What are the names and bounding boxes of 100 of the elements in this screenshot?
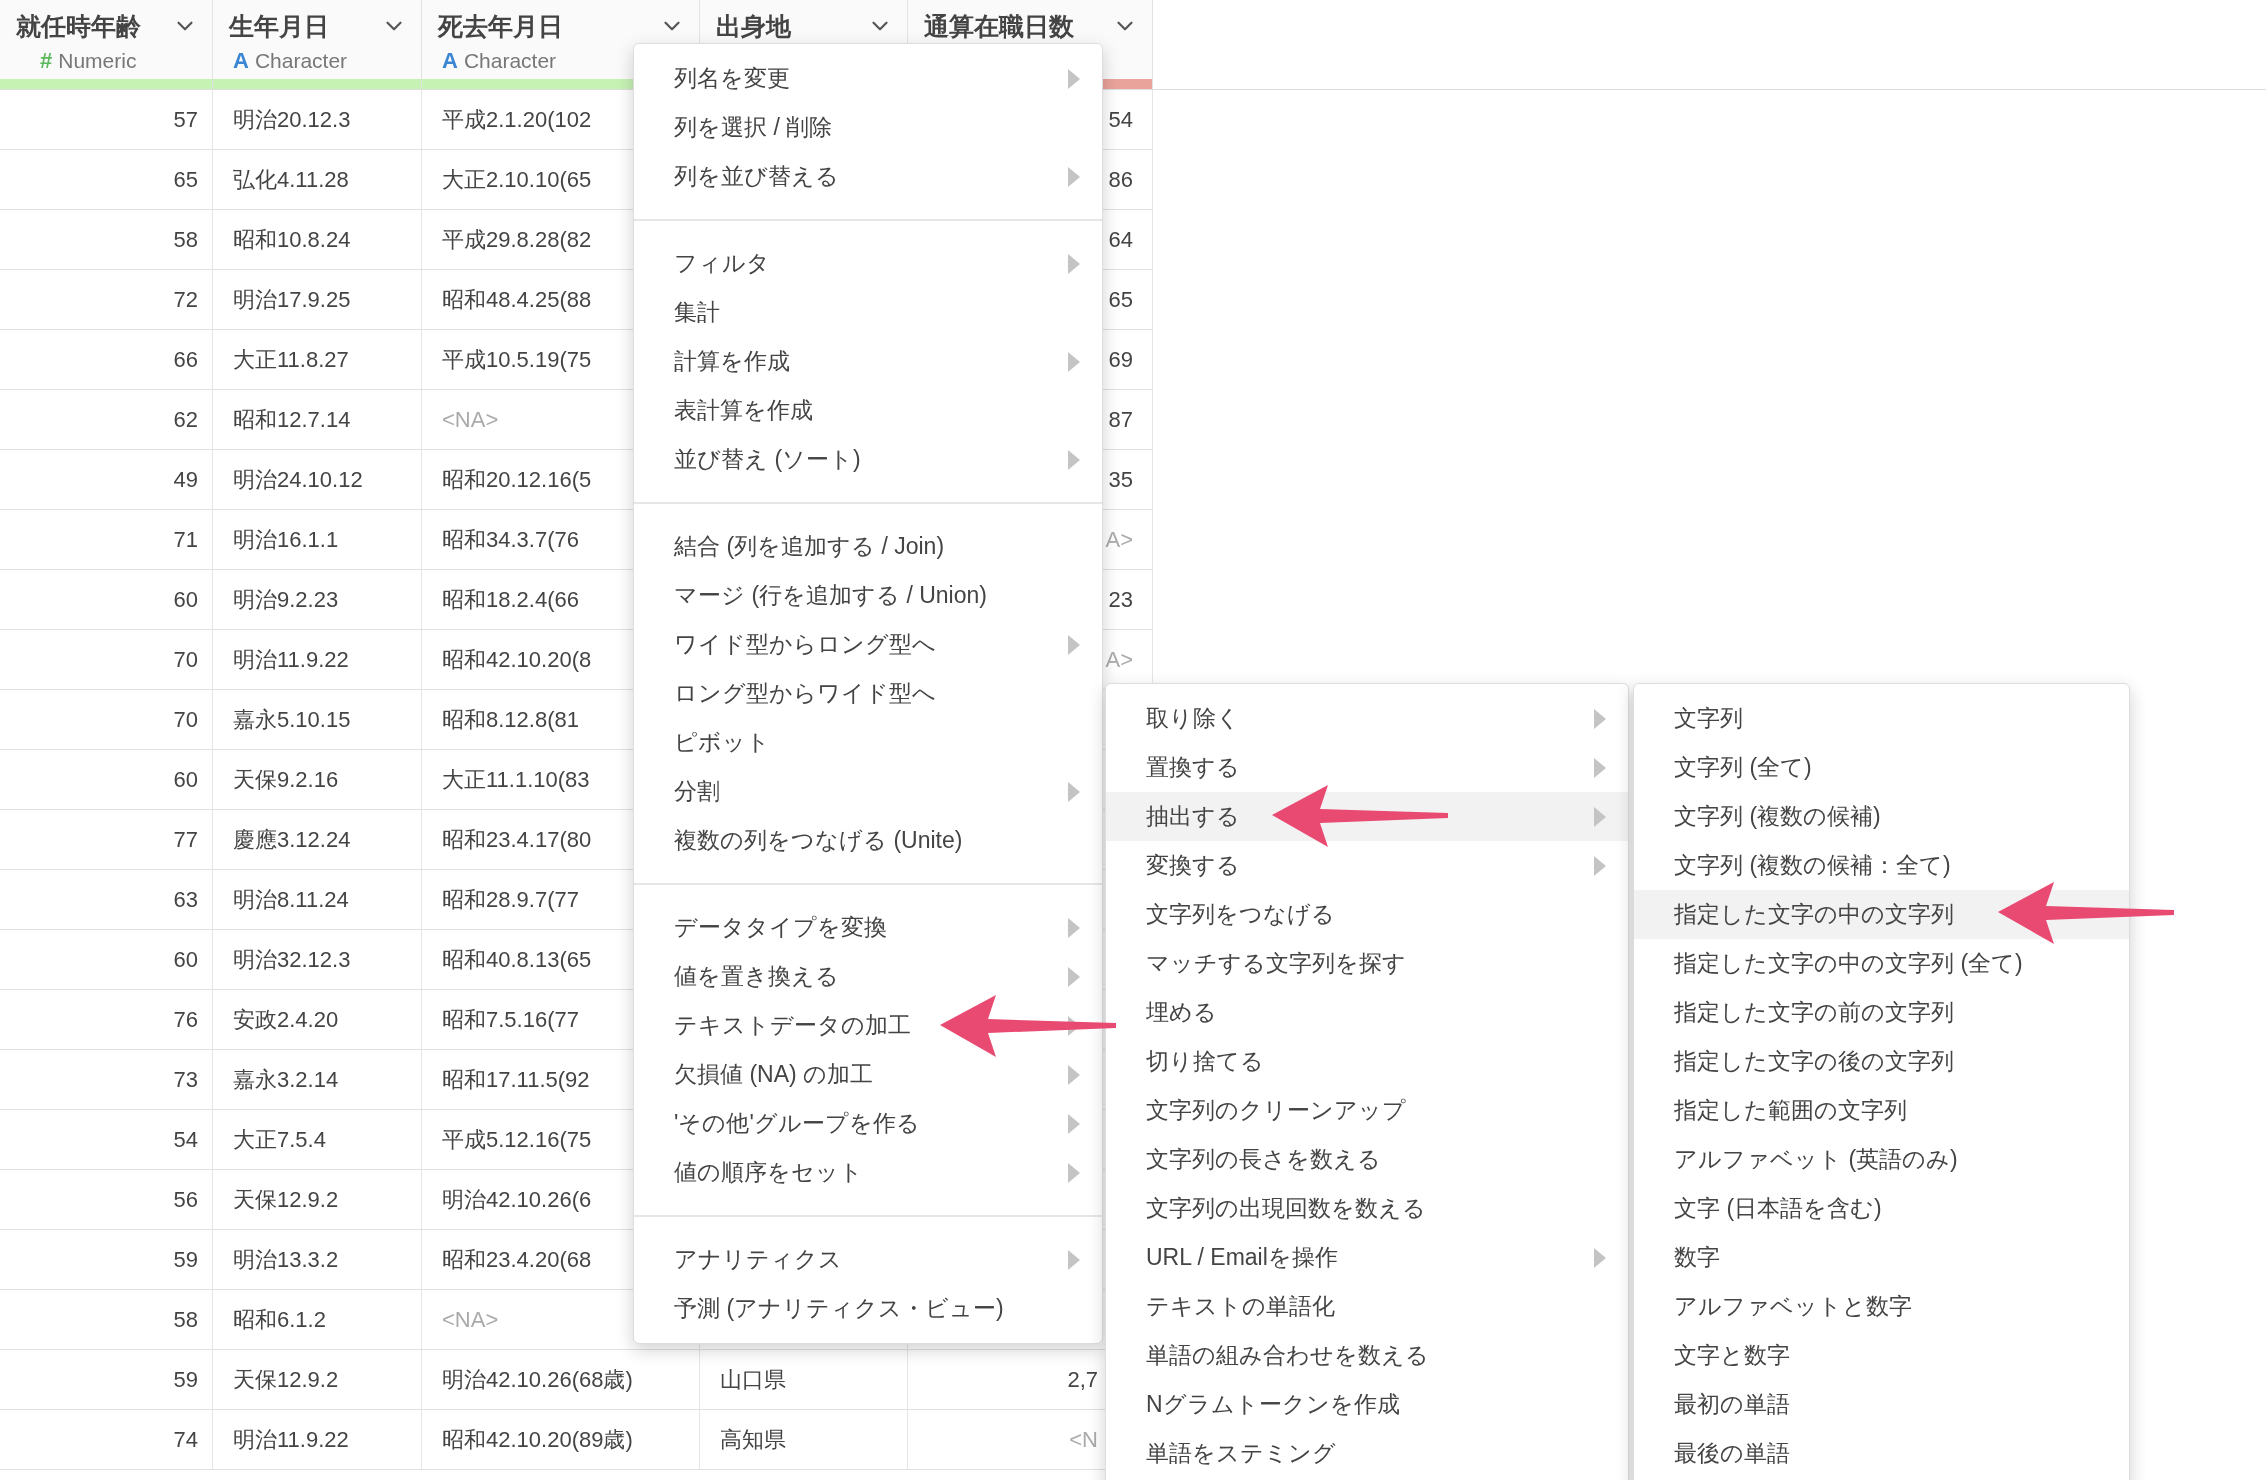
table-cell-text: 大正2.10.10(65	[442, 165, 592, 194]
menu-item[interactable]: アルファベット (英語のみ)	[1634, 1135, 2129, 1184]
pointer-arrow-icon	[1272, 785, 1448, 847]
table-cell: 71	[173, 526, 198, 553]
table-cell: 49	[173, 466, 198, 493]
menu-item[interactable]: 文字列 (全て)	[1634, 743, 2129, 792]
table-cell-text: 昭和42.10.20(8	[442, 645, 592, 674]
table-cell: 72	[173, 286, 198, 313]
table-cell: 56	[173, 1186, 198, 1213]
menu-item[interactable]: 分割	[634, 767, 1102, 816]
menu-item[interactable]: フィルタ	[634, 239, 1102, 288]
table-cell-text: 昭和28.9.7(77	[442, 885, 579, 914]
table-cell-text: 大正11.1.10(83	[442, 765, 590, 794]
column-name: 出身地	[716, 10, 791, 42]
menu-item[interactable]: 指定した文字の中の文字列	[1634, 890, 2129, 939]
menu-item[interactable]: 欠損値 (NA) の加工	[634, 1050, 1102, 1099]
menu-item[interactable]: 値を置き換える	[634, 952, 1102, 1001]
table-cell: 77	[173, 826, 198, 853]
menu-item[interactable]: 'その他'グループを作る	[634, 1099, 1102, 1148]
menu-item[interactable]: ピボット	[634, 718, 1102, 767]
menu-item[interactable]: URL / Emailを操作	[1106, 1233, 1628, 1282]
menu-item[interactable]: 数字	[1634, 1233, 2129, 1282]
menu-item[interactable]: アナリティクス	[634, 1235, 1102, 1284]
table-cell: 54	[1108, 106, 1133, 133]
table-cell-text: 天保9.2.16	[233, 765, 339, 794]
menu-item[interactable]: マージ (行を追加する / Union)	[634, 571, 1102, 620]
table-cell: 87	[1108, 406, 1133, 433]
menu-item[interactable]: ワイド型からロング型へ	[634, 620, 1102, 669]
menu-item[interactable]: 抽出する	[1106, 792, 1628, 841]
table-cell: 2,7	[1067, 1366, 1098, 1393]
menu-item[interactable]: 単語をステミング	[1106, 1429, 1628, 1478]
menu-item[interactable]: 結合 (列を追加する / Join)	[634, 522, 1102, 571]
menu-item[interactable]: テキストの単語化	[1106, 1282, 1628, 1331]
menu-item[interactable]: 文字列 (複数の候補)	[1634, 792, 2129, 841]
menu-item[interactable]: 指定した文字の後の文字列	[1634, 1037, 2129, 1086]
menu-item[interactable]: 最後の単語	[1634, 1429, 2129, 1478]
column-name: 就任時年齢	[16, 10, 141, 42]
menu-item[interactable]: 文字列のクリーンアップ	[1106, 1086, 1628, 1135]
table-cell-text: 平成10.5.19(75	[442, 345, 592, 374]
menu-item[interactable]: 最初の単語	[1634, 1380, 2129, 1429]
menu-item[interactable]: 集計	[634, 288, 1102, 337]
table-cell-text: 大正11.8.27	[233, 345, 349, 374]
menu-item[interactable]: 複数の列をつなげる (Unite)	[634, 816, 1102, 865]
table-cell: 57	[173, 106, 198, 133]
table-cell-text: 昭和7.5.16(77	[442, 1005, 579, 1034]
menu-item[interactable]: 文字 (日本語を含む)	[1634, 1184, 2129, 1233]
menu-item[interactable]: 文字列の出現回数を数える	[1106, 1184, 1628, 1233]
table-cell: 74	[173, 1426, 198, 1453]
table-cell-text: 高知県	[720, 1425, 786, 1454]
menu-item[interactable]: ロング型からワイド型へ	[634, 669, 1102, 718]
menu-item[interactable]: 取り除く	[1106, 694, 1628, 743]
menu-item[interactable]: 列を選択 / 削除	[634, 103, 1102, 152]
table-cell-text: 平成29.8.28(82	[442, 225, 592, 254]
menu-item[interactable]: データタイプを変換	[634, 903, 1102, 952]
table-cell-text: 昭和18.2.4(66	[442, 585, 579, 614]
table-cell: A>	[1105, 526, 1133, 553]
table-cell-text: 弘化4.11.28	[233, 165, 349, 194]
menu-item[interactable]: Nグラムトークンを作成	[1106, 1380, 1628, 1429]
menu-item[interactable]: 切り捨てる	[1106, 1037, 1628, 1086]
menu-item[interactable]: 文字と数字	[1634, 1331, 2129, 1380]
table-cell-text: 天保12.9.2	[233, 1185, 339, 1214]
menu-item[interactable]: 単語の組み合わせを数える	[1106, 1331, 1628, 1380]
menu-item[interactable]: マッチする文字列を探す	[1106, 939, 1628, 988]
table-cell: <NA>	[442, 406, 499, 433]
table-cell-text: 昭和40.8.13(65	[442, 945, 592, 974]
table-cell-text: 明治20.12.3	[233, 105, 351, 134]
menu-item[interactable]: 変換する	[1106, 841, 1628, 890]
menu-item[interactable]: 並び替え (ソート)	[634, 435, 1102, 484]
table-cell-text: 明治13.3.2	[233, 1245, 339, 1274]
menu-item[interactable]: アルファベットと数字	[1634, 1282, 2129, 1331]
pointer-arrow-icon	[940, 995, 1116, 1057]
table-cell: 76	[173, 1006, 198, 1033]
table-cell-text: 明治16.1.1	[233, 525, 339, 554]
menu-item[interactable]: 指定した文字の中の文字列 (全て)	[1634, 939, 2129, 988]
menu-item[interactable]: 文字列をつなげる	[1106, 890, 1628, 939]
menu-item[interactable]: 文字列	[1634, 694, 2129, 743]
menu-item[interactable]: 値の順序をセット	[634, 1148, 1102, 1197]
type-label: Character	[254, 49, 348, 73]
menu-item[interactable]: 文字列の長さを数える	[1106, 1135, 1628, 1184]
menu-item[interactable]: 指定した範囲の文字列	[1634, 1086, 2129, 1135]
menu-item[interactable]: 指定した文字の前の文字列	[1634, 988, 2129, 1037]
table-cell-text: 昭和23.4.20(68	[442, 1245, 592, 1274]
menu-item[interactable]: 計算を作成	[634, 337, 1102, 386]
table-cell-text: 明治24.10.12	[233, 465, 363, 494]
menu-item[interactable]: 文字列 (複数の候補：全て)	[1634, 841, 2129, 890]
menu-item[interactable]: 予測 (アナリティクス・ビュー)	[634, 1284, 1102, 1333]
table-cell: 65	[173, 166, 198, 193]
table-cell: 86	[1108, 166, 1133, 193]
table-cell-text: 明治8.11.24	[233, 885, 349, 914]
table-cell-text: 明治32.12.3	[233, 945, 351, 974]
menu-item[interactable]: 列を並び替える	[634, 152, 1102, 201]
table-cell: 62	[173, 406, 198, 433]
menu-item[interactable]: 列名を変更	[634, 54, 1102, 103]
table-cell-text: 昭和34.3.7(76	[442, 525, 579, 554]
menu-item[interactable]: 置換する	[1106, 743, 1628, 792]
table-cell-text: 昭和12.7.14	[233, 405, 351, 434]
menu-item[interactable]: 埋める	[1106, 988, 1628, 1037]
table-cell: 70	[173, 646, 198, 673]
menu-item[interactable]: 表計算を作成	[634, 386, 1102, 435]
table-cell: A>	[1105, 646, 1133, 673]
